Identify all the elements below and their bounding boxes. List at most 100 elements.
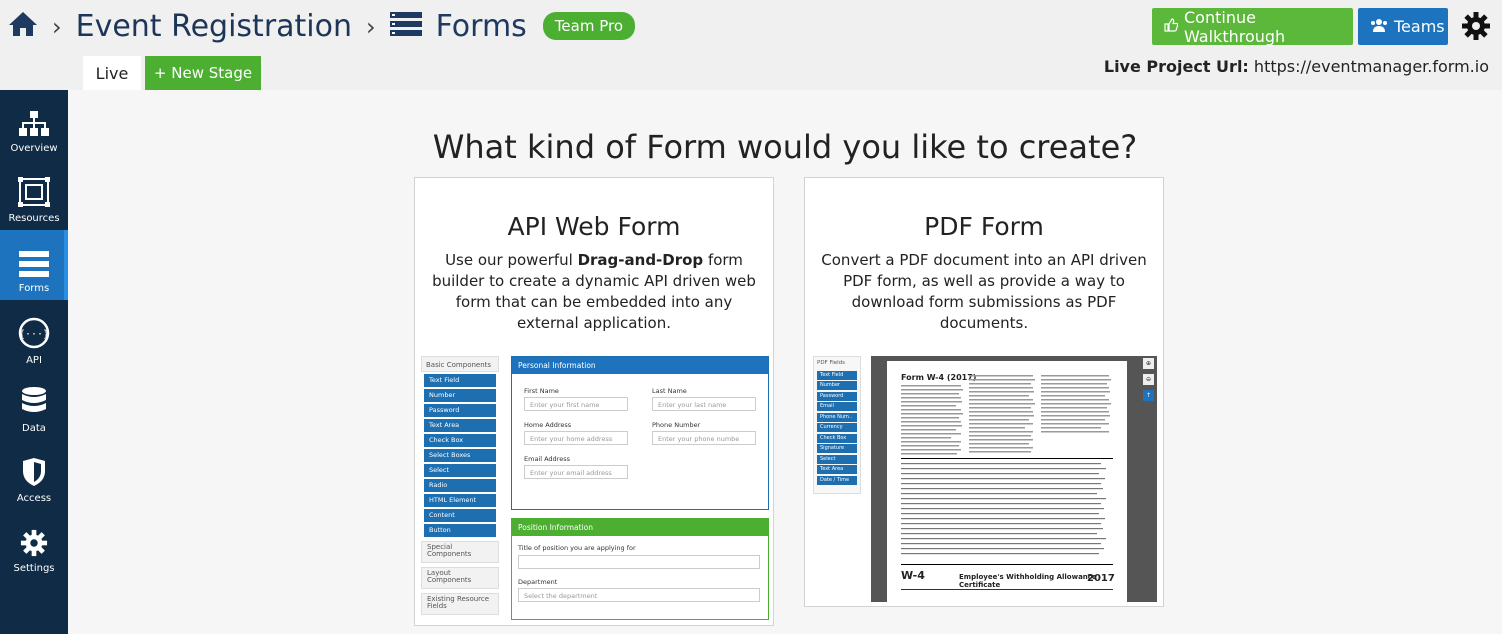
forms-icon xyxy=(19,251,49,277)
sidebar-item-data[interactable]: Data xyxy=(0,370,68,440)
pdf-form-card[interactable]: PDF Form Convert a PDF document into an … xyxy=(804,177,1164,607)
live-url-label: Live Project Url: xyxy=(1103,57,1249,76)
component-item: Text Field xyxy=(424,374,496,387)
component-group: Layout Components xyxy=(421,567,499,589)
pdf-field-item: Check Box xyxy=(817,433,857,443)
pdf-field-item: Number xyxy=(817,381,857,390)
tab-live[interactable]: Live xyxy=(83,56,141,90)
field-box: Enter your first name xyxy=(524,397,628,411)
pdf-card-title: PDF Form xyxy=(924,212,1044,241)
sidebar-item-overview[interactable]: Overview xyxy=(0,90,68,160)
upload-icon[interactable]: ↑ xyxy=(1143,390,1154,401)
field-label: Email Address xyxy=(524,455,570,463)
component-item: Password xyxy=(424,404,496,417)
pdf-field-item: Currency xyxy=(817,423,857,432)
pdf-fields-panel: PDF Fields Text Field Number Password Em… xyxy=(813,356,861,494)
pdf-toolbar: ⊕ ⊖ ↑ xyxy=(1143,358,1155,406)
desc-text: Use our powerful xyxy=(445,251,578,269)
component-item: HTML Element xyxy=(424,494,496,507)
sidebar-item-settings[interactable]: Settings xyxy=(0,510,68,580)
component-item: Radio xyxy=(424,479,496,492)
position-info-panel: Position Information Title of position y… xyxy=(511,518,769,620)
pdf-field-item: Email xyxy=(817,402,857,411)
top-header: › Event Registration › Forms Team Pro Co… xyxy=(0,0,1502,90)
api-icon: {···} xyxy=(18,317,50,349)
breadcrumb: › Event Registration › Forms Team Pro xyxy=(8,6,636,46)
sidebar-item-resources[interactable]: Resources xyxy=(0,160,68,230)
users-icon xyxy=(1370,17,1388,36)
sidebar-item-label: Resources xyxy=(8,213,60,224)
live-project-url: Live Project Url: https://eventmanager.f… xyxy=(1104,57,1489,76)
api-web-form-card[interactable]: API Web Form Use our powerful Drag-and-D… xyxy=(414,177,774,626)
teams-button[interactable]: Teams xyxy=(1358,8,1448,45)
pdf-field-item: Signature xyxy=(817,444,857,453)
api-card-description: Use our powerful Drag-and-Drop form buil… xyxy=(429,250,759,334)
pdf-document-viewer: Form W-4 (2017) W-4 Employee's Withholdi… xyxy=(871,356,1157,602)
field-box: Enter your phone numbe xyxy=(652,431,756,445)
sidebar-item-api[interactable]: {···} API xyxy=(0,302,68,372)
new-stage-button[interactable]: + New Stage xyxy=(145,56,261,90)
pdf-field-item: Text Area xyxy=(817,465,857,474)
field-box: Select the department xyxy=(518,588,760,602)
pdf-field-item: Password xyxy=(817,391,857,401)
personal-info-header: Personal Information xyxy=(512,357,768,374)
thumbs-up-icon xyxy=(1164,17,1179,36)
field-box: Enter your home address xyxy=(524,431,628,445)
builder-components-panel: Basic Components Text Field Number Passw… xyxy=(421,356,499,616)
continue-walkthrough-label: Continue Walkthrough xyxy=(1184,7,1286,46)
component-item: Button xyxy=(424,524,496,537)
position-info-header: Position Information xyxy=(512,519,768,536)
gear-icon[interactable] xyxy=(1461,11,1491,41)
sidebar-item-label: Overview xyxy=(10,143,58,154)
breadcrumb-forms: Forms xyxy=(435,8,527,44)
sidebar-item-label: API xyxy=(26,355,42,366)
field-label: First Name xyxy=(524,387,559,395)
personal-info-panel: Personal Information First Name Enter yo… xyxy=(511,356,769,510)
field-box xyxy=(518,555,760,569)
sidebar-item-label: Access xyxy=(16,493,52,504)
component-item: Check Box xyxy=(424,434,496,447)
plan-badge: Team Pro xyxy=(542,12,636,40)
component-item: Number xyxy=(424,389,496,402)
zoom-in-icon[interactable]: ⊕ xyxy=(1143,358,1154,369)
live-url-value[interactable]: https://eventmanager.form.io xyxy=(1254,57,1489,76)
home-icon[interactable] xyxy=(8,11,38,41)
pdf-text-lines xyxy=(901,375,1113,590)
sidebar-item-label: Data xyxy=(22,423,46,434)
svg-text:{···}: {···} xyxy=(19,329,49,340)
continue-walkthrough-button[interactable]: Continue Walkthrough xyxy=(1152,7,1353,46)
field-box: Enter your last name xyxy=(652,397,756,411)
component-group: Special Components xyxy=(421,541,499,563)
component-item: Content xyxy=(424,509,496,522)
pdf-form-preview: PDF Fields Text Field Number Password Em… xyxy=(813,356,1159,602)
basic-components-header: Basic Components xyxy=(421,356,499,372)
field-box: Enter your email address xyxy=(524,465,628,479)
pdf-field-item: Phone Num.. xyxy=(817,412,857,422)
zoom-out-icon[interactable]: ⊖ xyxy=(1143,374,1154,385)
desc-bold: Drag-and-Drop xyxy=(577,251,704,269)
teams-label: Teams xyxy=(1394,17,1445,36)
breadcrumb-project[interactable]: Event Registration xyxy=(76,9,352,44)
pdf-field-item: Select xyxy=(817,454,857,464)
api-card-title: API Web Form xyxy=(507,212,681,241)
pdf-field-item: Text Field xyxy=(817,370,857,380)
forms-icon xyxy=(389,11,422,41)
field-label: Department xyxy=(518,578,558,586)
component-item: Text Area xyxy=(424,419,496,432)
breadcrumb-separator: › xyxy=(366,13,376,41)
pdf-field-item: Date / Time xyxy=(817,475,857,485)
field-label: Home Address xyxy=(524,421,572,429)
field-label: Last Name xyxy=(652,387,687,395)
field-label: Phone Number xyxy=(652,421,701,429)
w4-form-label: W-4 xyxy=(901,569,925,582)
field-label: Title of position you are applying for xyxy=(518,544,636,552)
page-title: What kind of Form would you like to crea… xyxy=(432,128,1138,166)
sidebar-item-label: Forms xyxy=(18,283,50,294)
component-item: Select Boxes xyxy=(424,449,496,462)
breadcrumb-separator: › xyxy=(52,13,62,41)
sidebar-item-forms[interactable]: Forms xyxy=(0,230,68,300)
component-group: Existing Resource Fields xyxy=(421,593,499,615)
sidebar-item-access[interactable]: Access xyxy=(0,440,68,510)
pdf-fields-header: PDF Fields xyxy=(817,360,846,366)
resources-icon xyxy=(18,177,50,207)
